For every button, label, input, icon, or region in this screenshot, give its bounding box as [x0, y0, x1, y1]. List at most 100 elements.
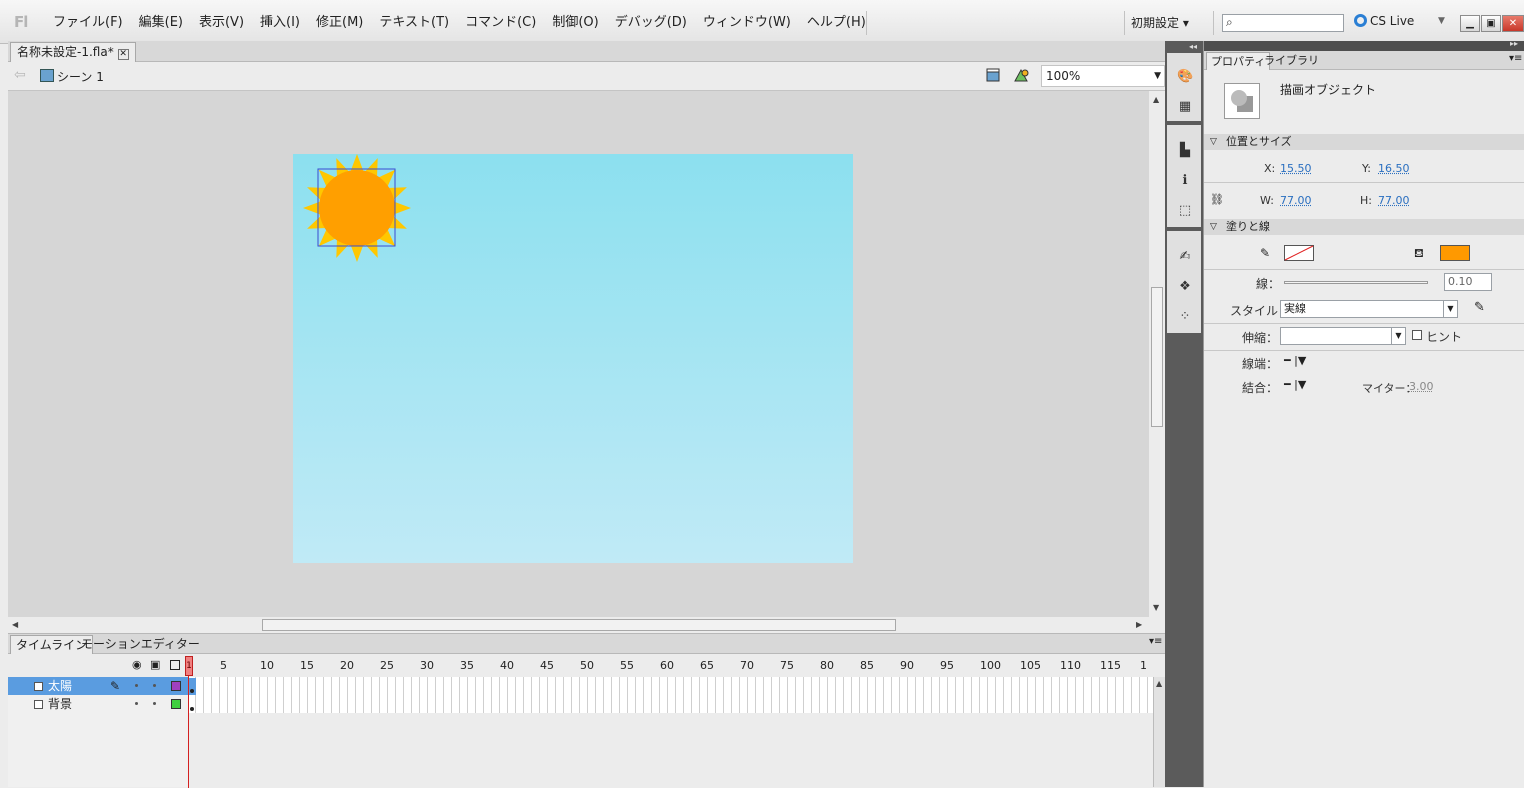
menu-window[interactable]: ウィンドウ(W)	[695, 14, 799, 32]
edit-style-icon[interactable]: ✎	[1474, 300, 1485, 315]
scroll-left-icon[interactable]: ◀	[12, 620, 18, 629]
actions-icon[interactable]: ✍	[1177, 249, 1193, 265]
cap-label: 線端：	[1242, 357, 1279, 371]
color-palette-icon[interactable]: 🎨	[1177, 69, 1193, 85]
scene-label[interactable]: シーン 1	[57, 68, 104, 85]
stage[interactable]	[293, 154, 853, 563]
menu-debug[interactable]: デバッグ(D)	[607, 14, 695, 32]
scroll-up-icon[interactable]: ▲	[1156, 679, 1162, 688]
motion-presets-icon[interactable]: ⁘	[1177, 309, 1193, 325]
layer-color-swatch[interactable]	[171, 681, 181, 691]
frame-number: 55	[620, 659, 634, 672]
scroll-up-icon[interactable]: ▲	[1153, 95, 1159, 104]
swatches-icon[interactable]: ▦	[1177, 99, 1193, 115]
tab-motion-editor[interactable]: モーションエディター	[76, 635, 205, 654]
window-controls: ▁ ▣ ✕	[1460, 15, 1524, 32]
hint-checkbox[interactable]	[1412, 330, 1422, 340]
section-position-size[interactable]: ▽ 位置とサイズ	[1204, 134, 1524, 150]
timeline-scrollbar[interactable]: ▲	[1153, 677, 1165, 787]
visibility-dot[interactable]	[135, 684, 138, 687]
layer-name: 太陽	[48, 679, 73, 693]
join-select[interactable]: ━ |▼	[1284, 378, 1306, 391]
transform-icon[interactable]: ⬚	[1177, 203, 1193, 219]
layer-row[interactable]: 太陽 ✎	[8, 677, 188, 695]
scroll-right-icon[interactable]: ▶	[1136, 620, 1142, 629]
menu-text[interactable]: テキスト(T)	[371, 14, 457, 32]
frame-number: 1	[1140, 659, 1147, 672]
stroke-slider[interactable]	[1284, 281, 1428, 284]
collapse-triangle-icon: ▽	[1210, 222, 1217, 232]
scroll-down-icon[interactable]: ▼	[1153, 603, 1159, 612]
keyframe-dot	[190, 707, 194, 711]
menu-commands[interactable]: コマンド(C)	[457, 14, 544, 32]
edit-symbol-icon[interactable]	[1014, 68, 1030, 82]
x-value[interactable]: 15.50	[1280, 162, 1312, 175]
layer-row[interactable]: 背景	[8, 695, 188, 713]
miter-value[interactable]: 3.00	[1409, 380, 1434, 393]
playhead-handle[interactable]: 1	[185, 656, 193, 676]
divider	[1204, 269, 1524, 270]
components-icon[interactable]: ❖	[1177, 279, 1193, 295]
y-value[interactable]: 16.50	[1378, 162, 1410, 175]
workspace-switcher[interactable]: 初期設定 ▾	[1131, 14, 1189, 31]
stroke-color-swatch[interactable]	[1284, 245, 1314, 261]
zoom-select[interactable]: 100% ▼	[1041, 65, 1165, 87]
maximize-icon[interactable]: ▣	[1481, 15, 1501, 32]
panel-titlebar: ▸▸	[1204, 39, 1524, 51]
w-value[interactable]: 77.00	[1280, 194, 1312, 207]
scale-select[interactable]: ▼	[1280, 327, 1406, 345]
lock-dot[interactable]	[153, 702, 156, 705]
frame-number: 10	[260, 659, 274, 672]
cap-select[interactable]: ━ |▼	[1284, 354, 1306, 367]
menu-control[interactable]: 制御(O)	[544, 14, 606, 32]
scroll-thumb[interactable]	[1151, 287, 1163, 427]
chevron-down-icon: ▼	[1391, 328, 1405, 344]
lock-icon[interactable]: ▣	[150, 658, 160, 671]
scroll-thumb[interactable]	[262, 619, 896, 631]
edit-scene-icon[interactable]	[986, 68, 1002, 82]
menu-insert[interactable]: 挿入(I)	[252, 14, 308, 32]
menu-help[interactable]: ヘルプ(H)	[799, 14, 874, 32]
expand-icon[interactable]: ▸▸	[1510, 39, 1518, 48]
eye-icon[interactable]: ◉	[132, 658, 142, 671]
back-arrow-icon[interactable]: ⇦	[14, 67, 26, 83]
frame-grid[interactable]	[188, 677, 1154, 713]
stroke-pencil-icon: ✎	[1260, 246, 1271, 260]
minimize-icon[interactable]: ▁	[1460, 15, 1480, 32]
pencil-icon: ✎	[110, 679, 121, 693]
lock-dot[interactable]	[153, 684, 156, 687]
close-icon[interactable]: ✕	[1502, 15, 1524, 32]
document-tab[interactable]: 名称未設定-1.fla* ✕	[10, 42, 136, 62]
cs-live-dropdown-icon[interactable]: ▼	[1438, 16, 1445, 26]
scale-label: 伸縮：	[1242, 331, 1279, 345]
collapse-icon[interactable]: ◂◂	[1189, 42, 1197, 51]
visibility-dot[interactable]	[135, 702, 138, 705]
panel-menu-icon[interactable]: ▾≡	[1149, 636, 1162, 647]
menu-view[interactable]: 表示(V)	[191, 14, 252, 32]
h-value[interactable]: 77.00	[1378, 194, 1410, 207]
menu-edit[interactable]: 編集(E)	[131, 14, 191, 32]
menu-bar: Fl ファイル(F) 編集(E) 表示(V) 挿入(I) 修正(M) テキスト(…	[0, 0, 1524, 44]
panel-menu-icon[interactable]: ▾≡	[1509, 53, 1522, 64]
menu-file[interactable]: ファイル(F)	[45, 14, 131, 32]
fill-color-swatch[interactable]	[1440, 245, 1470, 261]
close-tab-icon[interactable]: ✕	[117, 49, 129, 60]
layer-color-swatch[interactable]	[171, 699, 181, 709]
tab-library[interactable]: ライブラリ	[1260, 52, 1323, 70]
align-icon[interactable]: ▙	[1177, 143, 1193, 159]
y-label: Y:	[1362, 162, 1371, 175]
style-select[interactable]: 実線 ▼	[1280, 300, 1458, 318]
search-input[interactable]: ⌕	[1222, 14, 1344, 32]
menu-modify[interactable]: 修正(M)	[308, 14, 371, 32]
vertical-scrollbar[interactable]: ▲ ▼	[1149, 91, 1165, 617]
outline-icon[interactable]	[170, 660, 180, 670]
sun-shape[interactable]	[301, 154, 411, 264]
section-fill-stroke[interactable]: ▽ 塗りと線	[1204, 219, 1524, 235]
frame-number: 85	[860, 659, 874, 672]
horizontal-scrollbar[interactable]: ◀ ▶	[8, 617, 1149, 633]
info-icon[interactable]: ℹ	[1177, 173, 1193, 189]
lock-proportions-icon[interactable]: ⛓	[1210, 193, 1224, 206]
cs-live-button[interactable]: CS Live	[1354, 14, 1414, 28]
stroke-label: 線：	[1256, 277, 1281, 291]
stroke-width-field[interactable]: 0.10	[1444, 273, 1492, 291]
